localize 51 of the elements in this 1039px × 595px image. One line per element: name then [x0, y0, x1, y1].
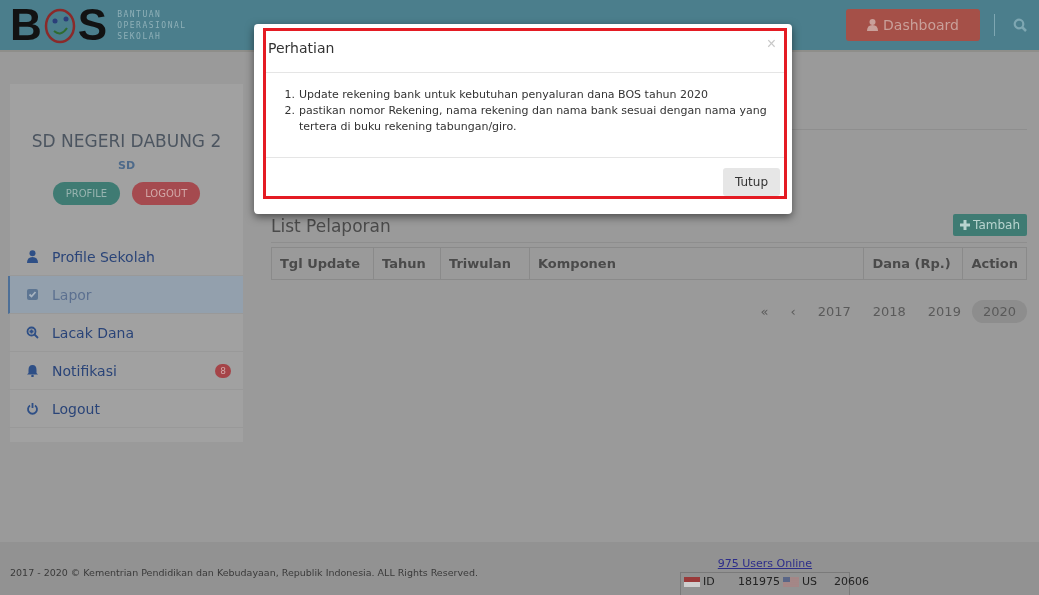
flag-icon [683, 576, 700, 587]
user-icon [867, 19, 879, 31]
section-title: List Pelaporan [271, 216, 391, 236]
close-button[interactable]: × [766, 36, 776, 52]
sidebar-item[interactable]: Lacak Dana [8, 314, 243, 352]
page-link[interactable]: 2018 [861, 300, 917, 323]
logo-tagline: SEKOLAH [117, 30, 163, 42]
school-level: SD [116, 159, 137, 172]
school-name: SD NEGERI DABUNG 2 [30, 131, 223, 151]
column-header: Tgl Update [271, 247, 374, 280]
dialog-title: Perhatian [268, 40, 335, 56]
sidebar-item[interactable]: Notifikasi 8 [8, 352, 243, 390]
page-link[interactable]: 2019 [916, 300, 972, 323]
column-header: Tahun [373, 247, 441, 280]
logo-tagline: BANTUAN [117, 8, 163, 20]
checkbox-icon [26, 288, 39, 301]
column-header: Dana (Rp.) [863, 247, 963, 280]
sidebar-item[interactable]: Logout [8, 390, 243, 428]
search-icon[interactable] [1013, 18, 1027, 32]
page-link[interactable]: ‹ [779, 300, 807, 323]
list-number: 2. [283, 103, 295, 119]
bell-icon [26, 364, 39, 377]
plus-icon [960, 220, 971, 230]
logo-letter: S [77, 3, 108, 47]
smiley-face-icon [42, 6, 77, 44]
country-code: US [801, 575, 818, 588]
power-icon [26, 402, 39, 415]
user-icon [26, 250, 39, 263]
logo-letter: B [10, 3, 42, 47]
notice-item: Update rekening bank untuk kebutuhan penyaluran dana BOS tahun 2020 [299, 87, 709, 103]
country-code: ID [702, 575, 716, 588]
logo-tagline: OPERASIONAL [117, 19, 187, 31]
striped-flag-icon [782, 576, 799, 587]
profile-button[interactable]: PROFILE [52, 182, 121, 205]
visitor-count: 20606 [832, 575, 869, 588]
page-link[interactable]: 2017 [806, 300, 862, 323]
add-button[interactable]: Tambah [953, 214, 1027, 236]
logout-button[interactable]: LOGOUT [132, 182, 201, 205]
dashboard-button[interactable]: Dashboard [846, 9, 980, 41]
copyright-text: 2017 - 2020 © Kementrian Pendidikan dan Kebudayaan, Republik Indonesia. ALL Rights Reserved. [10, 567, 478, 580]
column-header: Triwulan [440, 247, 530, 280]
column-header: Action [962, 247, 1027, 280]
visitor-count: 181975 [736, 575, 780, 588]
notification-badge: 8 [215, 363, 231, 378]
page-link[interactable]: « [749, 300, 780, 323]
list-number: 1. [283, 87, 295, 103]
users-online-link[interactable]: 975 Users Online [717, 557, 813, 570]
column-header: Komponen [529, 247, 864, 280]
notice-item: pastikan nomor Rekening, nama rekening dan nama bank sesuai dengan nama yang tertera di buku rekening tabungan/giro. [299, 103, 768, 135]
close-dialog-button[interactable]: Tutup [722, 168, 780, 196]
zoom-icon [26, 326, 39, 339]
